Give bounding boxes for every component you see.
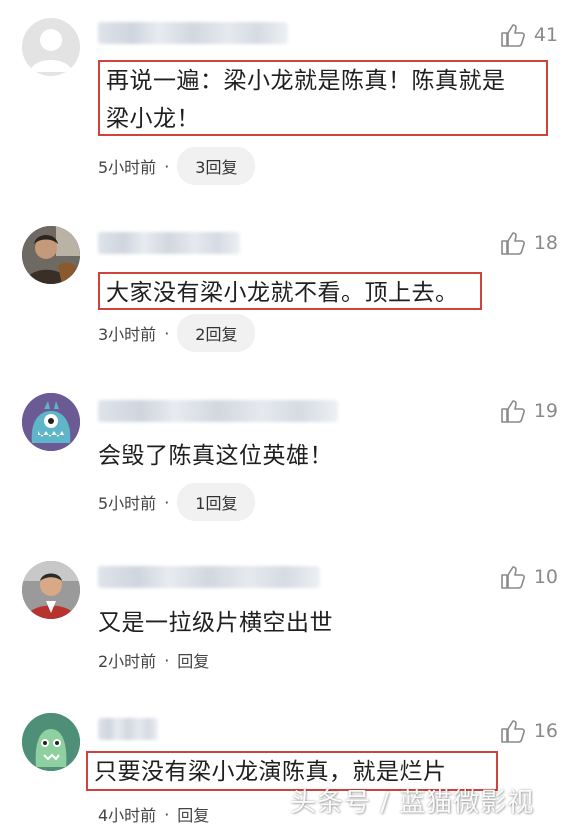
thumbs-up-icon [500, 564, 526, 590]
thumbs-up-icon [500, 230, 526, 256]
comment-text: 会毁了陈真这位英雄！ [98, 443, 333, 469]
comment-meta: 3小时前 · 2回复 [98, 314, 256, 352]
like-count: 41 [533, 24, 558, 46]
avatar[interactable] [22, 561, 80, 619]
timestamp: 2小时前 [98, 652, 157, 671]
separator-dot: · [164, 804, 170, 824]
reply-button[interactable]: 回复 [177, 648, 209, 672]
like-count: 16 [533, 720, 558, 742]
comment-meta: 4小时前 · 回复 [98, 802, 209, 826]
like-count: 19 [533, 400, 558, 422]
avatar[interactable] [22, 393, 80, 451]
username-blurred [98, 22, 288, 44]
comment-text: 再说一遍：梁小龙就是陈真！陈真就是 梁小龙！ [98, 60, 548, 136]
separator-dot: · [164, 650, 170, 670]
timestamp: 4小时前 [98, 806, 157, 825]
like-count: 18 [533, 232, 558, 254]
thumbs-up-icon [500, 718, 526, 744]
separator-dot: · [164, 156, 170, 176]
username-blurred [98, 566, 320, 588]
cartoon-creature-avatar-icon [22, 713, 80, 771]
cartoon-monster-avatar-icon [22, 393, 80, 451]
thumbs-up-icon [500, 398, 526, 424]
username-blurred [98, 400, 338, 422]
comment-text: 大家没有梁小龙就不看。顶上去。 [98, 272, 482, 310]
like-button[interactable]: 16 [500, 718, 558, 744]
separator-dot: · [164, 323, 170, 343]
timestamp: 3小时前 [98, 325, 157, 344]
like-button[interactable]: 18 [500, 230, 558, 256]
watermark: 头条号 / 蓝猫微影视 [290, 788, 535, 818]
like-button[interactable]: 10 [500, 564, 558, 590]
like-count: 10 [533, 566, 558, 588]
avatar[interactable] [22, 18, 80, 76]
timestamp: 5小时前 [98, 158, 157, 177]
comment-meta: 5小时前 · 3回复 [98, 147, 256, 185]
reply-button[interactable]: 2回复 [177, 314, 256, 352]
like-button[interactable]: 41 [500, 22, 558, 48]
avatar[interactable] [22, 713, 80, 771]
reply-button[interactable]: 回复 [177, 802, 209, 826]
user-photo-icon [22, 561, 80, 619]
username-blurred [98, 718, 158, 740]
reply-button[interactable]: 3回复 [177, 147, 256, 185]
timestamp: 5小时前 [98, 494, 157, 513]
comment-meta: 5小时前 · 1回复 [98, 483, 256, 521]
comment-meta: 2小时前 · 回复 [98, 648, 209, 672]
user-photo-icon [22, 226, 80, 284]
avatar[interactable] [22, 226, 80, 284]
thumbs-up-icon [500, 22, 526, 48]
reply-button[interactable]: 1回复 [177, 483, 256, 521]
comment-text: 又是一拉级片横空出世 [98, 610, 333, 636]
like-button[interactable]: 19 [500, 398, 558, 424]
username-blurred [98, 232, 240, 254]
default-avatar-icon [30, 29, 72, 72]
separator-dot: · [164, 492, 170, 512]
